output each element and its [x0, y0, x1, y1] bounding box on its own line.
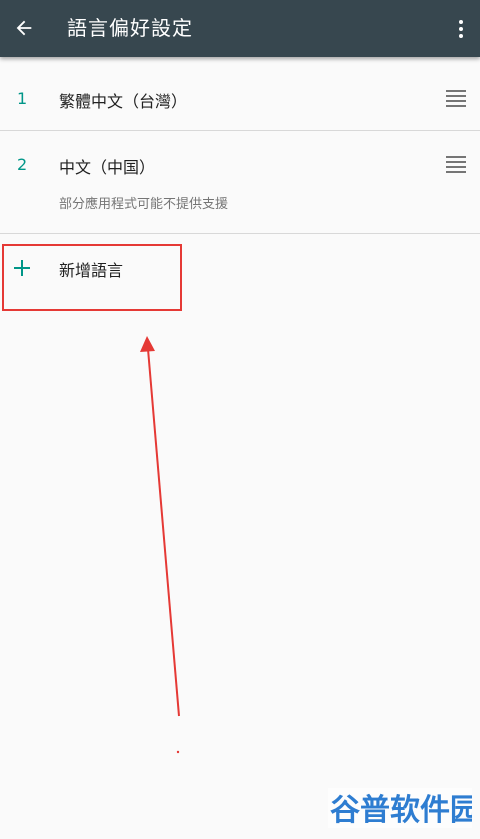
watermark-logo: 谷普软件园 — [328, 788, 472, 828]
annotation-arrow — [140, 336, 180, 754]
svg-text:谷普软件园: 谷普软件园 — [330, 793, 472, 828]
